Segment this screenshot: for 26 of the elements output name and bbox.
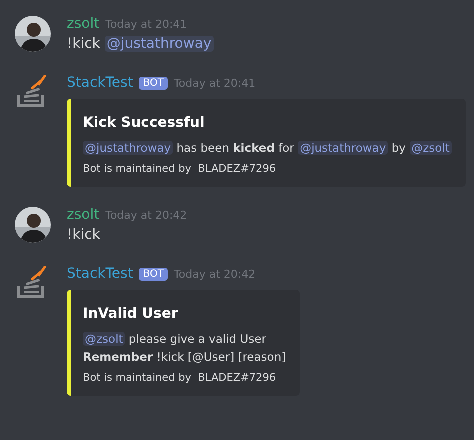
username[interactable]: zsolt: [67, 16, 100, 32]
message-text: !kick @justathroway: [67, 35, 214, 54]
timestamp: Today at 20:42: [106, 208, 188, 222]
mention-link[interactable]: @zsolt: [83, 332, 126, 346]
embed-title: Kick Successful: [83, 115, 206, 131]
bot-tag: BOT: [139, 268, 168, 280]
embed-title: InValid User: [83, 306, 180, 322]
timestamp: Today at 20:42: [174, 268, 256, 280]
embed-footer: Bot is maintained by BLADEZ#7296: [83, 163, 452, 175]
username[interactable]: zsolt: [67, 207, 100, 223]
embed-description: @zsolt please give a valid User: [83, 331, 268, 348]
mention-link[interactable]: @justathroway: [83, 141, 174, 155]
mention-link[interactable]: @justathroway: [104, 36, 214, 52]
avatar[interactable]: [15, 16, 51, 52]
embed-description: @justathroway has been kicked for @justathroway by @zsolt: [83, 140, 452, 157]
message-text: !kick: [67, 226, 102, 245]
bot-tag: BOT: [139, 76, 168, 90]
embed-footer: Bot is maintained by BLADEZ#7296: [83, 372, 286, 384]
embed-description: Remember !kick [@User] [reason]: [83, 349, 286, 366]
avatar[interactable]: [15, 207, 51, 243]
username[interactable]: StackTest: [67, 75, 134, 91]
mention-link[interactable]: @justathroway: [298, 141, 388, 155]
username[interactable]: StackTest: [67, 266, 134, 282]
timestamp: Today at 20:41: [174, 76, 256, 90]
mention-link[interactable]: @zsolt: [410, 141, 452, 155]
timestamp: Today at 20:41: [106, 18, 188, 30]
